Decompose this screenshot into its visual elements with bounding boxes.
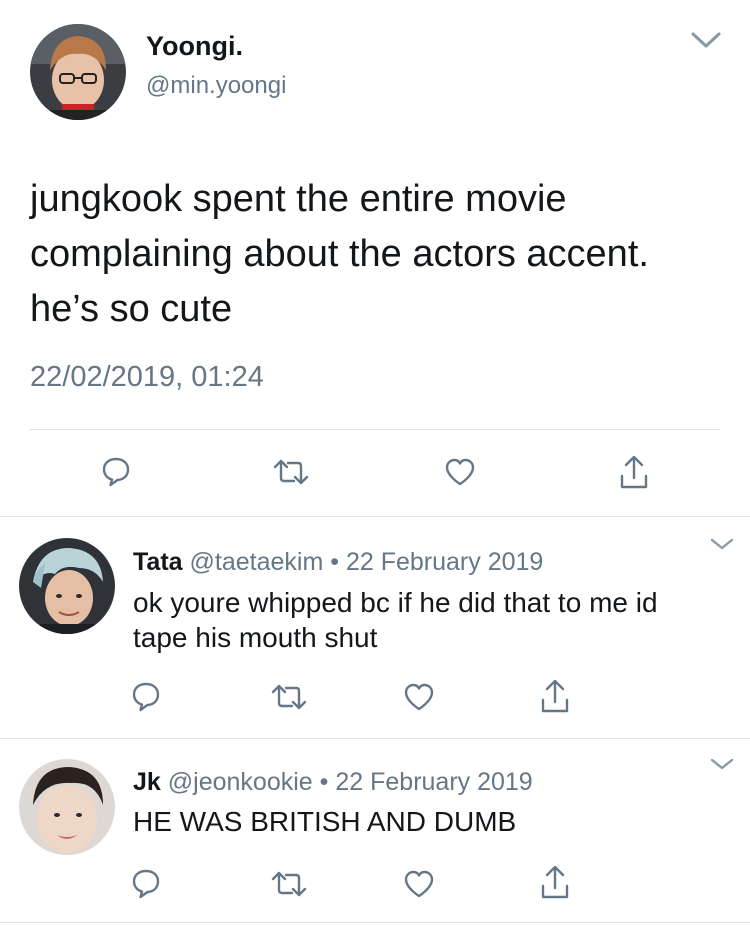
retweet-icon[interactable]	[270, 684, 308, 710]
divider	[0, 922, 750, 923]
reply-text-line: tape his mouth shut	[133, 622, 378, 653]
reply-header: Tata @taetaekim • 22 February 2019	[133, 547, 543, 577]
chevron-down-icon[interactable]	[709, 537, 735, 551]
reply-icon[interactable]	[131, 867, 161, 899]
divider	[0, 516, 750, 517]
reply-header: Jk @jeonkookie • 22 February 2019	[133, 767, 533, 797]
reply-icon[interactable]	[101, 455, 131, 487]
like-icon[interactable]	[403, 869, 435, 899]
chevron-down-icon[interactable]	[709, 757, 735, 771]
author-handle[interactable]: @jeonkookie	[168, 768, 313, 796]
tweet-text: jungkook spent the entire movie complain…	[30, 172, 649, 337]
author-handle[interactable]: @min.yoongi	[146, 72, 286, 100]
avatar[interactable]	[19, 759, 115, 855]
divider	[30, 429, 720, 430]
divider	[0, 738, 750, 739]
tweet-timestamp[interactable]: 22/02/2019, 01:24	[30, 360, 264, 394]
retweet-icon[interactable]	[270, 871, 308, 897]
like-icon[interactable]	[403, 682, 435, 712]
avatar[interactable]	[19, 538, 115, 634]
chevron-down-icon[interactable]	[690, 30, 722, 50]
reply-text: ok youre whipped bc if he did that to me…	[133, 585, 658, 655]
reply-date[interactable]: 22 February 2019	[346, 548, 543, 576]
tweet-text-line: complaining about the actors accent.	[30, 233, 649, 275]
separator-dot: •	[330, 548, 339, 576]
reply-date[interactable]: 22 February 2019	[335, 768, 532, 796]
share-icon[interactable]	[618, 454, 650, 490]
share-icon[interactable]	[539, 864, 571, 900]
tweet-text-line: he’s so cute	[30, 288, 233, 330]
reply-text-line: ok youre whipped bc if he did that to me…	[133, 587, 658, 618]
share-icon[interactable]	[539, 678, 571, 714]
separator-dot: •	[319, 768, 329, 796]
author-name[interactable]: Tata	[133, 548, 183, 576]
author-handle[interactable]: @taetaekim	[190, 548, 324, 576]
retweet-icon[interactable]	[272, 459, 310, 485]
like-icon[interactable]	[444, 457, 476, 487]
avatar[interactable]	[30, 24, 126, 120]
tweet-text-line: jungkook spent the entire movie	[30, 178, 567, 220]
author-name[interactable]: Yoongi.	[146, 30, 243, 62]
reply-text-line: HE WAS BRITISH AND DUMB	[133, 806, 517, 837]
reply-text: HE WAS BRITISH AND DUMB	[133, 804, 516, 839]
reply-icon[interactable]	[131, 680, 161, 712]
author-name[interactable]: Jk	[133, 768, 161, 796]
